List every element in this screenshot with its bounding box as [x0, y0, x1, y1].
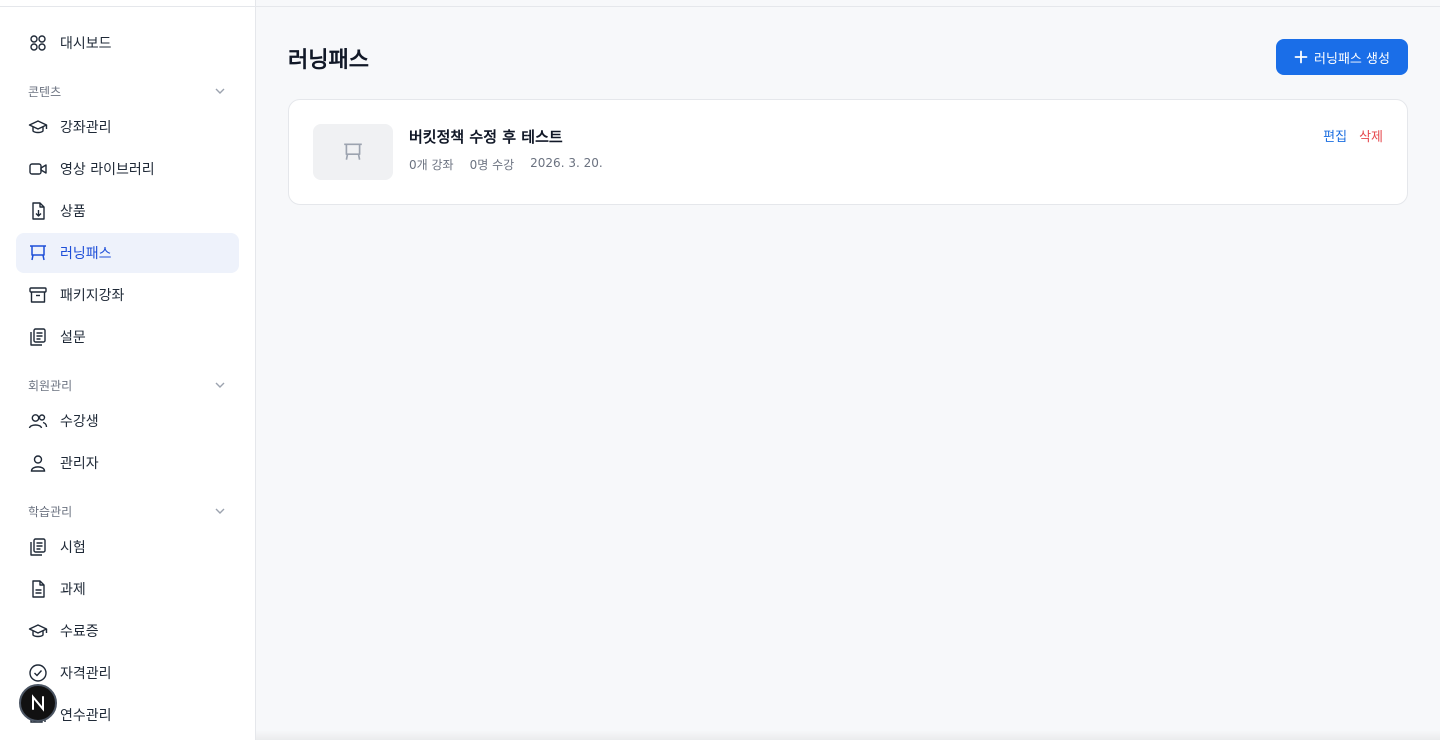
sidebar-item-certificates[interactable]: 수료증 [16, 611, 239, 651]
sidebar-item-students[interactable]: 수강생 [16, 401, 239, 441]
dashboard-grid-icon [28, 33, 48, 53]
sidebar-item-label: 상품 [60, 204, 86, 220]
chevron-down-icon [215, 382, 225, 388]
bottom-shadow [256, 730, 1440, 740]
sidebar-item-learning-path[interactable]: 러닝패스 [16, 233, 239, 273]
sidebar-item-courses[interactable]: 강좌관리 [16, 107, 239, 147]
sidebar-item-label: 수강생 [60, 414, 99, 430]
clipboard-icon [28, 537, 48, 557]
clipboard-icon [28, 327, 48, 347]
sidebar-item-label: 설문 [60, 330, 86, 346]
sidebar-item-label: 관리자 [60, 456, 99, 472]
sidebar-item-video-library[interactable]: 영상 라이브러리 [16, 149, 239, 189]
sidebar-item-label: 대시보드 [60, 36, 112, 52]
sidebar-item-label: 연수관리 [60, 708, 112, 724]
card-thumbnail [313, 124, 393, 180]
users-icon [28, 411, 48, 431]
sidebar-item-exams[interactable]: 시험 [16, 527, 239, 567]
student-count: 0명 수강 [469, 158, 515, 172]
chevron-down-icon [215, 88, 225, 94]
plus-icon [1294, 50, 1308, 64]
sidebar-item-label: 패키지강좌 [60, 288, 125, 304]
sidebar-item-label: 강좌관리 [60, 120, 112, 136]
section-label: 회원관리 [28, 378, 73, 393]
header-divider [256, 6, 1440, 7]
edit-link[interactable]: 편집 [1323, 126, 1347, 145]
section-header-content[interactable]: 콘텐츠 [28, 81, 227, 101]
sidebar-item-label: 수료증 [60, 624, 99, 640]
chevron-down-icon [215, 508, 225, 514]
logo-letter-n-icon [32, 694, 44, 712]
create-button-label: 러닝패스 생성 [1314, 51, 1390, 67]
delete-link[interactable]: 삭제 [1359, 126, 1383, 145]
created-date: 2026. 3. 20. [530, 156, 603, 170]
sidebar-item-label: 자격관리 [60, 666, 112, 682]
sidebar-item-survey[interactable]: 설문 [16, 317, 239, 357]
course-count: 0개 강좌 [409, 158, 454, 172]
learning-path-card[interactable]: 버킷정책 수정 후 테스트 0개 강좌 0명 수강 2026. 3. 20. 편… [288, 99, 1408, 205]
presentation-board-icon [28, 243, 48, 263]
create-learning-path-button[interactable]: 러닝패스 생성 [1276, 39, 1408, 75]
user-icon [28, 453, 48, 473]
sidebar-item-label: 시험 [60, 540, 86, 556]
sidebar-divider [0, 6, 256, 7]
avatar[interactable] [19, 684, 57, 722]
sidebar-item-label: 러닝패스 [60, 246, 112, 262]
section-label: 콘텐츠 [28, 84, 62, 99]
sidebar: 대시보드 콘텐츠 강좌관리 영상 라이브러리 상품 러닝패스 패키지강좌 설문 … [0, 0, 256, 740]
sidebar-item-package-courses[interactable]: 패키지강좌 [16, 275, 239, 315]
sidebar-item-label: 과제 [60, 582, 86, 598]
sidebar-item-products[interactable]: 상품 [16, 191, 239, 231]
card-meta: 0개 강좌 0명 수강 2026. 3. 20. [409, 156, 603, 173]
sidebar-item-label: 영상 라이브러리 [60, 162, 155, 178]
file-text-icon [28, 579, 48, 599]
sidebar-item-dashboard[interactable]: 대시보드 [16, 23, 239, 63]
video-camera-icon [28, 159, 48, 179]
sidebar-item-assignments[interactable]: 과제 [16, 569, 239, 609]
page-title: 러닝패스 [288, 48, 369, 73]
card-title: 버킷정책 수정 후 테스트 [409, 128, 563, 146]
section-label: 학습관리 [28, 504, 73, 519]
file-download-icon [28, 201, 48, 221]
graduation-cap-icon [28, 621, 48, 641]
presentation-board-icon [344, 143, 362, 160]
section-header-learning[interactable]: 학습관리 [28, 501, 227, 521]
card-actions: 편집 삭제 [1323, 126, 1383, 145]
check-circle-icon [28, 663, 48, 683]
section-header-members[interactable]: 회원관리 [28, 375, 227, 395]
archive-box-icon [28, 285, 48, 305]
graduation-cap-icon [28, 117, 48, 137]
sidebar-item-admins[interactable]: 관리자 [16, 443, 239, 483]
